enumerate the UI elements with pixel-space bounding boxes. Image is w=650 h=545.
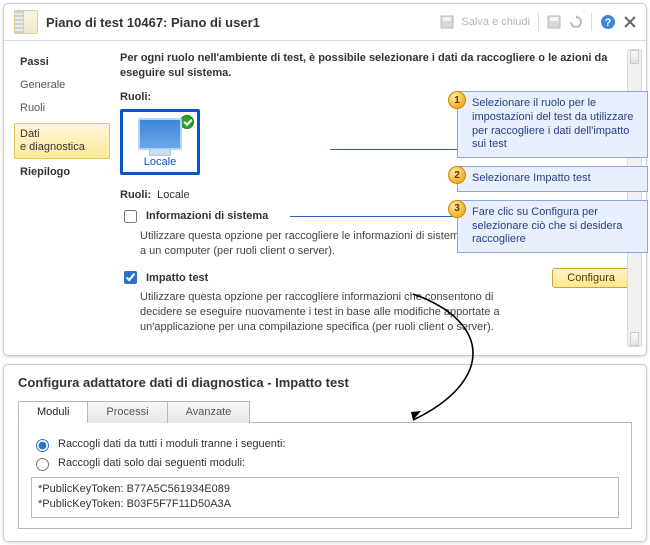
- dialog-title: Configura adattatore dati di diagnostica…: [18, 375, 632, 390]
- monitor-icon: [138, 118, 182, 150]
- close-icon[interactable]: [624, 16, 636, 28]
- refresh-icon[interactable]: [569, 15, 583, 29]
- role-tile-locale[interactable]: Locale: [120, 109, 200, 175]
- main-window: Piano di test 10467: Piano di user1 Salv…: [3, 3, 647, 356]
- radio-label-only-following: Raccogli dati solo dai seguenti moduli:: [58, 457, 245, 469]
- titlebar: Piano di test 10467: Piano di user1 Salv…: [4, 4, 646, 41]
- option-title-system-info: Informazioni di sistema: [146, 210, 268, 222]
- role-tile-label: Locale: [127, 156, 193, 168]
- option-title-test-impact: Impatto test: [146, 272, 208, 284]
- save-icon-2[interactable]: [547, 15, 561, 29]
- intro-text: Per ogni ruolo nell'ambiente di test, è …: [120, 51, 630, 81]
- svg-text:?: ?: [605, 17, 612, 29]
- callout-text-3: Fare clic su Configura per selezionare c…: [457, 200, 648, 253]
- tabs: Moduli Processi Avanzate: [18, 400, 632, 423]
- configure-button[interactable]: Configura: [552, 268, 630, 288]
- option-test-impact: Configura Impatto test Utilizzare questa…: [120, 268, 630, 335]
- token-row: *PublicKeyToken: B03F5F7F11D50A3A: [38, 497, 612, 512]
- window-title: Piano di test 10467: Piano di user1: [46, 15, 440, 30]
- radio-all-except[interactable]: [36, 439, 49, 452]
- radio-label-all-except: Raccogli dati da tutti i moduli tranne i…: [58, 438, 285, 450]
- tab-processi[interactable]: Processi: [87, 401, 167, 423]
- callouts: 1 Selezionare il ruolo per le impostazio…: [448, 91, 648, 261]
- check-icon: [180, 115, 194, 129]
- callout-num-1: 1: [448, 91, 466, 109]
- sidebar-item-ruoli[interactable]: Ruoli: [14, 97, 110, 120]
- document-icon: [14, 10, 38, 34]
- save-close-label[interactable]: Salva e chiudi: [462, 16, 531, 28]
- checkbox-test-impact[interactable]: [124, 271, 137, 284]
- callout-num-3: 3: [448, 200, 466, 218]
- tab-body: Raccogli dati da tutti i moduli tranne i…: [18, 423, 632, 529]
- option-desc-test-impact: Utilizzare questa opzione per raccoglier…: [140, 290, 510, 335]
- sidebar-item-dati[interactable]: Dati e diagnostica: [14, 123, 110, 159]
- sidebar-item-generale[interactable]: Generale: [14, 74, 110, 97]
- token-row: *PublicKeyToken: B77A5C561934E089: [38, 482, 612, 497]
- help-icon[interactable]: ?: [600, 14, 616, 30]
- callout-num-2: 2: [448, 166, 466, 184]
- sidebar-item-passi[interactable]: Passi: [14, 51, 110, 74]
- sidebar-item-riepilogo[interactable]: Riepilogo: [14, 161, 110, 184]
- callout-text-1: Selezionare il ruolo per le impostazioni…: [457, 91, 648, 158]
- tab-avanzate[interactable]: Avanzate: [167, 401, 251, 423]
- radio-only-following[interactable]: [36, 458, 49, 471]
- tab-moduli[interactable]: Moduli: [18, 401, 88, 423]
- dialog-configure-adapter: Configura adattatore dati di diagnostica…: [3, 364, 647, 542]
- sidebar: Passi Generale Ruoli Dati e diagnostica …: [4, 41, 110, 355]
- save-icon: [440, 15, 454, 29]
- token-list[interactable]: *PublicKeyToken: B77A5C561934E089 *Publi…: [31, 477, 619, 518]
- checkbox-system-info[interactable]: [124, 210, 137, 223]
- callout-text-2: Selezionare Impatto test: [457, 166, 648, 192]
